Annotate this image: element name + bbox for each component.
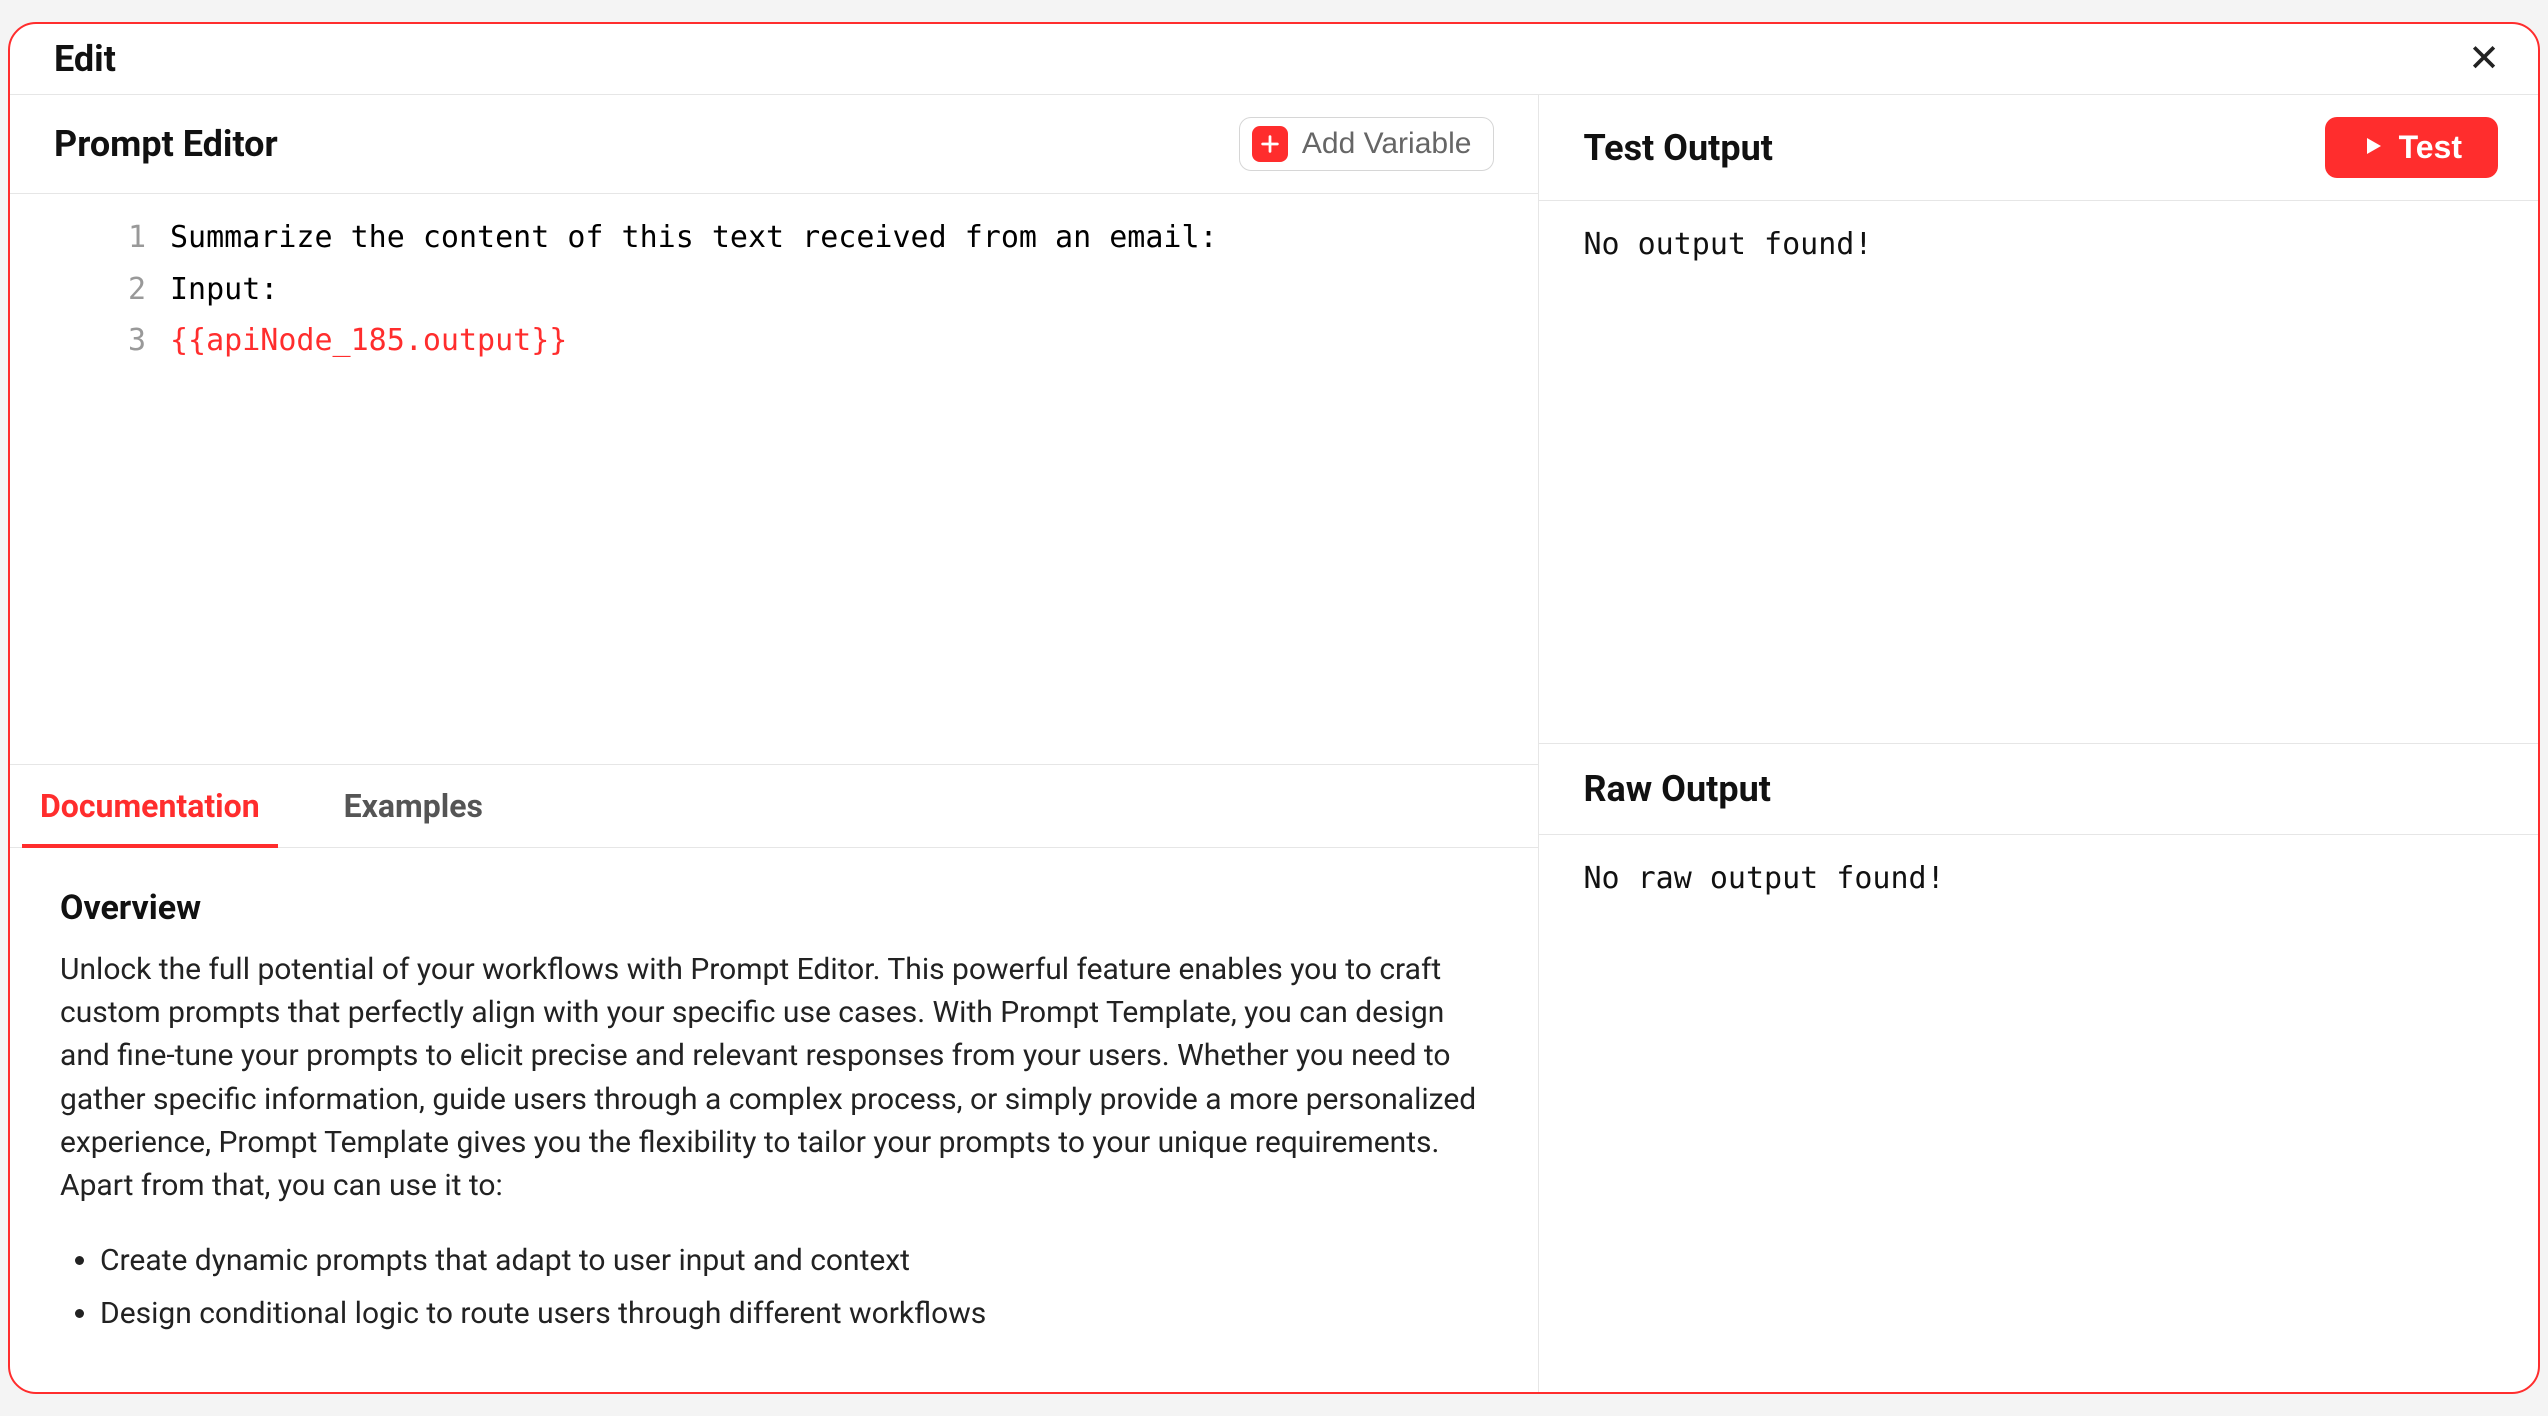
test-button[interactable]: Test <box>2325 117 2498 178</box>
doc-bullet: Design conditional logic to route users … <box>100 1288 1482 1341</box>
doc-heading: Overview <box>60 888 1482 928</box>
add-variable-label: Add Variable <box>1302 127 1472 161</box>
raw-output-header: Raw Output <box>1539 744 2538 835</box>
close-icon: ✕ <box>2468 38 2500 80</box>
modal-title: Edit <box>54 38 116 80</box>
code-line[interactable]: 1Summarize the content of this text rece… <box>10 212 1538 264</box>
line-number: 3 <box>10 315 170 367</box>
line-number: 1 <box>10 212 170 264</box>
doc-tabs: Documentation Examples <box>10 764 1538 848</box>
edit-modal: Edit ✕ Prompt Editor Add Variable 1Summa… <box>8 22 2540 1394</box>
modal-body: Prompt Editor Add Variable 1Summarize th… <box>10 95 2538 1392</box>
line-number: 2 <box>10 264 170 316</box>
prompt-editor-header: Prompt Editor Add Variable <box>10 95 1538 194</box>
code-line[interactable]: 3{{apiNode_185.output}} <box>10 315 1538 367</box>
prompt-editor-title: Prompt Editor <box>54 123 278 165</box>
test-output-header: Test Output Test <box>1539 95 2538 201</box>
test-output-title: Test Output <box>1583 127 1773 169</box>
right-column: Test Output Test No output found! Raw Ou… <box>1539 95 2538 1392</box>
tab-documentation[interactable]: Documentation <box>32 765 268 847</box>
test-output-body: No output found! <box>1539 201 2538 743</box>
close-button[interactable]: ✕ <box>2468 40 2500 78</box>
code-text[interactable]: Input: <box>170 264 1538 316</box>
raw-output-body: No raw output found! <box>1539 835 2538 1392</box>
raw-output-title: Raw Output <box>1583 768 2494 810</box>
documentation-pane[interactable]: Overview Unlock the full potential of yo… <box>10 848 1538 1392</box>
left-column: Prompt Editor Add Variable 1Summarize th… <box>10 95 1539 1392</box>
doc-bullet-list: Create dynamic prompts that adapt to use… <box>60 1235 1482 1340</box>
variable-token[interactable]: {{apiNode_185.output}} <box>170 315 1538 367</box>
test-output-section: Test Output Test No output found! <box>1539 95 2538 743</box>
code-line[interactable]: 2Input: <box>10 264 1538 316</box>
tab-examples[interactable]: Examples <box>336 765 491 847</box>
raw-output-section: Raw Output No raw output found! <box>1539 743 2538 1392</box>
doc-bullet: Create dynamic prompts that adapt to use… <box>100 1235 1482 1288</box>
code-text[interactable]: Summarize the content of this text recei… <box>170 212 1538 264</box>
doc-paragraph: Unlock the full potential of your workfl… <box>60 948 1482 1207</box>
prompt-code-editor[interactable]: 1Summarize the content of this text rece… <box>10 194 1538 764</box>
plus-icon <box>1252 126 1288 162</box>
test-button-label: Test <box>2399 129 2462 166</box>
play-icon <box>2361 129 2385 166</box>
add-variable-button[interactable]: Add Variable <box>1239 117 1495 171</box>
modal-header: Edit ✕ <box>10 24 2538 95</box>
